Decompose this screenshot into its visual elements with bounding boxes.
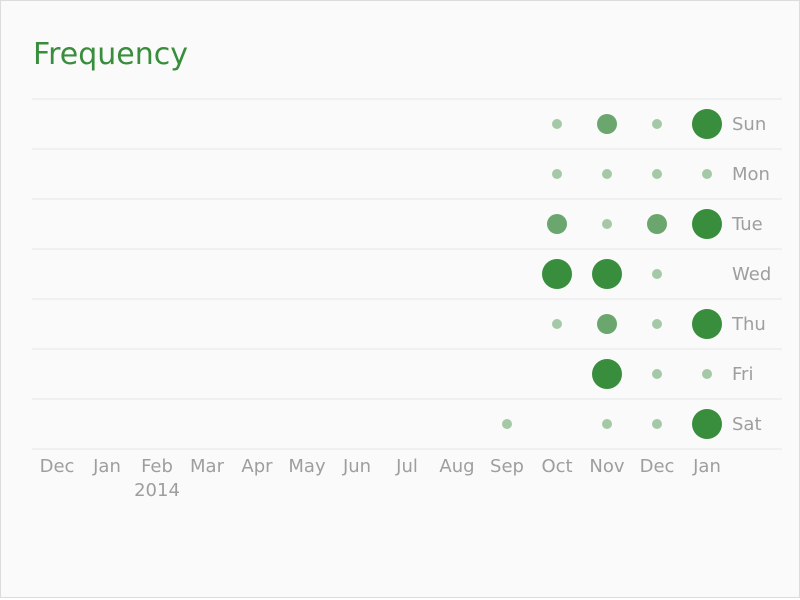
frequency-bubble [652, 269, 662, 279]
y-tick-label: Sat [732, 414, 762, 435]
frequency-bubble [542, 259, 572, 289]
x-tick-label: Jan [692, 456, 721, 477]
x-tick-label: Dec [640, 456, 675, 477]
frequency-bubble [592, 259, 622, 289]
frequency-bubble [702, 369, 712, 379]
frequency-bubble [692, 209, 722, 239]
frequency-bubble [652, 319, 662, 329]
x-tick-label: May [288, 456, 326, 477]
frequency-bubble [652, 119, 662, 129]
frequency-chart: Sun Mon Tue Wed Thu Fri Sat Dec Jan Feb 2014 Mar Apr… [32, 98, 782, 501]
x-tick-label: Dec [40, 456, 75, 477]
x-tick-label: Apr [241, 456, 273, 477]
frequency-bubble [692, 409, 722, 439]
x-tick-label: Jan [92, 456, 121, 477]
x-tick-label: Jul [395, 456, 418, 477]
y-tick-label: Wed [732, 264, 771, 285]
frequency-bubble [602, 219, 612, 229]
y-tick-label: Tue [731, 214, 763, 235]
frequency-bubble [652, 369, 662, 379]
x-tick-label: Aug [439, 456, 474, 477]
frequency-bubble [602, 419, 612, 429]
frequency-bubble [702, 169, 712, 179]
frequency-bubble [547, 214, 567, 234]
frequency-bubble [652, 419, 662, 429]
y-tick-label: Fri [732, 364, 753, 385]
x-tick-label: Sep [490, 456, 524, 477]
frequency-bubble [692, 109, 722, 139]
x-tick-label: Jun [342, 456, 371, 477]
frequency-bubble [502, 419, 512, 429]
frequency-bubble [647, 214, 667, 234]
frequency-bubble [552, 119, 562, 129]
x-tick-label: Nov [589, 456, 624, 477]
frequency-bubble [552, 319, 562, 329]
x-tick-year-label: 2014 [134, 480, 180, 501]
x-tick-label: Feb [141, 456, 173, 477]
x-tick-label: Mar [190, 456, 225, 477]
frequency-bubble [652, 169, 662, 179]
frequency-bubble [592, 359, 622, 389]
y-tick-label: Mon [732, 164, 770, 185]
frequency-bubble [597, 314, 617, 334]
frequency-bubble [602, 169, 612, 179]
x-tick-label: Oct [541, 456, 572, 477]
frequency-bubble [552, 169, 562, 179]
frequency-bubble [692, 309, 722, 339]
y-tick-label: Thu [731, 314, 766, 335]
y-tick-label: Sun [732, 114, 766, 135]
frequency-bubble [597, 114, 617, 134]
